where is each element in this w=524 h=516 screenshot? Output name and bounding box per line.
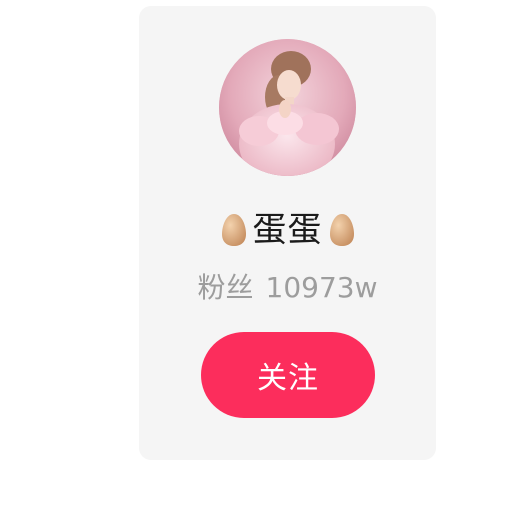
profile-card: 蛋蛋 粉丝 10973w 关注 [139, 6, 436, 460]
avatar[interactable] [219, 39, 356, 176]
page: 蛋蛋 粉丝 10973w 关注 [0, 0, 524, 516]
egg-icon [221, 213, 247, 247]
fans-count: 10973w [265, 271, 378, 304]
fans-label: 粉丝 [197, 271, 254, 304]
fans-info: 粉丝 10973w [139, 268, 436, 308]
name-row: 蛋蛋 [139, 205, 436, 255]
follow-button-label: 关注 [257, 361, 319, 396]
egg-icon [329, 213, 355, 247]
avatar-image [219, 39, 356, 176]
follow-button[interactable]: 关注 [201, 332, 375, 418]
profile-name: 蛋蛋 [252, 210, 323, 250]
